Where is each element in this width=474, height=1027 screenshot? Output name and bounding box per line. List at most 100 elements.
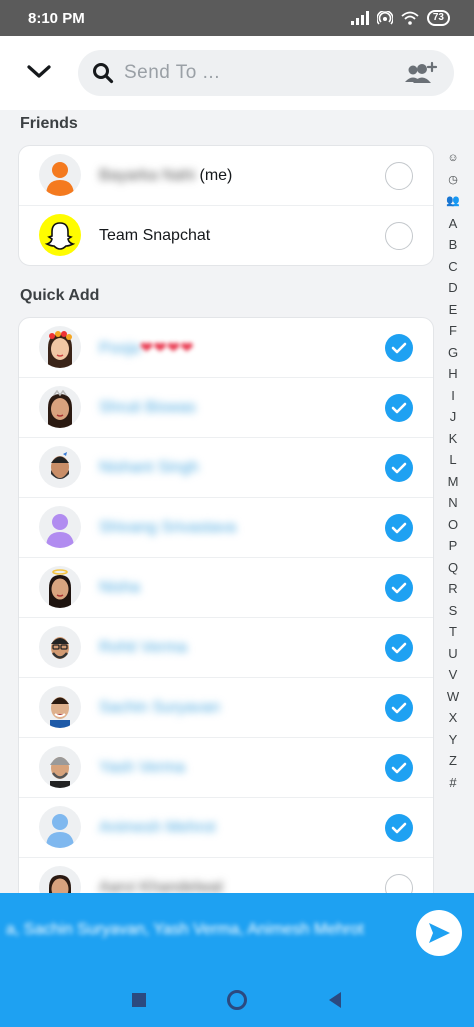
alphabet-index[interactable]: ☺ ◷ 👥 A B C D E F G H I J K L M N O P Q R S T U V W X Y Z # [442,148,464,793]
quick-add-row[interactable]: Pooja❤❤❤❤ [19,318,433,378]
friend-name: Pooja❤❤❤❤ [99,339,194,357]
quick-add-row[interactable]: Animesh Mehrot [19,798,433,858]
friend-name: Sachin Suryavan [99,698,220,716]
friend-name: Animesh Mehrot [99,818,216,836]
selected-checkmark[interactable] [385,573,413,602]
selected-checkmark[interactable] [385,813,413,842]
index-letter[interactable]: P [449,535,458,557]
index-letter[interactable]: K [449,428,458,450]
index-letter[interactable]: Z [449,750,457,772]
select-checkbox[interactable] [385,161,413,190]
avatar [39,154,81,196]
status-icons: 73 [350,10,450,26]
wifi-icon [401,11,419,25]
index-letter[interactable]: W [447,686,459,708]
bitmoji-avatar-icon [48,389,72,428]
index-letter[interactable]: G [448,342,458,364]
friend-name: Yash Verma [99,758,185,776]
bitmoji-avatar-icon [49,569,71,608]
index-letter[interactable]: E [449,299,458,321]
index-letter[interactable]: F [449,320,457,342]
header: Send To ... [0,36,474,110]
quick-add-row[interactable]: Nisha [19,558,433,618]
groups-index-icon[interactable]: 👥 [446,191,460,213]
index-letter[interactable]: V [449,664,458,686]
quick-add-row[interactable]: Yash Verma [19,738,433,798]
friend-row-team-snapchat[interactable]: Team Snapchat [19,206,433,265]
quick-add-row[interactable]: Shivang Srivastava [19,498,433,558]
send-arrow-icon [429,923,450,943]
friend-name: Nishant Singh [99,458,199,476]
avatar [39,566,81,608]
avatar [39,686,81,728]
avatar [39,626,81,668]
friends-list: Bayarka Nahi (me) Team Snapchat [18,145,434,266]
checkmark-icon [391,582,407,593]
battery-indicator: 73 [426,10,450,26]
index-letter[interactable]: # [449,772,456,794]
snapchat-ghost-icon [44,222,76,250]
back-button[interactable] [22,57,56,87]
index-letter[interactable]: Q [448,557,458,579]
send-button[interactable] [416,910,462,956]
index-letter[interactable]: U [448,643,457,665]
index-letter[interactable]: Y [449,729,458,751]
index-letter[interactable]: L [449,449,456,471]
selected-checkmark[interactable] [385,333,413,362]
quick-add-row[interactable]: Shruti Biswas [19,378,433,438]
clock-index-icon[interactable]: ◷ [448,170,458,192]
status-time: 8:10 PM [28,9,85,27]
square-icon [132,993,146,1007]
selected-checkmark[interactable] [385,633,413,662]
selected-recipients: a, Sachin Suryavan, Yash Verma, Animesh … [6,921,364,938]
triangle-back-icon [329,992,341,1008]
avatar [39,446,81,488]
search-icon [93,63,114,84]
add-friend-icon[interactable] [402,60,438,86]
index-letter[interactable]: X [449,707,458,729]
index-letter[interactable]: J [450,406,457,428]
search-input[interactable]: Send To ... [78,50,454,96]
home-button[interactable] [225,988,249,1012]
index-letter[interactable]: C [448,256,457,278]
selected-checkmark[interactable] [385,453,413,482]
person-silhouette-icon [46,814,74,848]
index-letter[interactable]: S [449,600,458,622]
quick-add-row[interactable]: Rohit Verma [19,618,433,678]
index-letter[interactable]: H [448,363,457,385]
system-nav-bar [0,973,474,1027]
friend-name: Shivang Srivastava [99,518,236,536]
quick-add-section-title: Quick Add [20,287,100,304]
emoji-index-icon[interactable]: ☺ [447,148,458,170]
friend-name: Team Snapchat [99,227,211,244]
index-letter[interactable]: M [448,471,459,493]
selected-checkmark[interactable] [385,513,413,542]
friend-row-me[interactable]: Bayarka Nahi (me) [19,146,433,206]
checkmark-icon [391,522,407,533]
quick-add-row[interactable]: Nishant Singh [19,438,433,498]
back-nav-button[interactable] [323,988,347,1012]
friend-name: Nisha [99,578,140,596]
index-letter[interactable]: I [451,385,455,407]
bitmoji-avatar-icon [50,697,70,728]
avatar [39,806,81,848]
avatar [39,506,81,548]
bitmoji-avatar-icon [48,331,72,368]
index-letter[interactable]: A [449,213,458,235]
selected-checkmark[interactable] [385,753,413,782]
index-letter[interactable]: D [448,277,457,299]
recents-button[interactable] [127,988,151,1012]
quick-add-row[interactable]: Sachin Suryavan [19,678,433,738]
index-letter[interactable]: T [449,621,457,643]
avatar [39,746,81,788]
index-letter[interactable]: N [448,492,457,514]
select-checkbox[interactable] [385,222,413,250]
circle-icon [227,990,247,1010]
signal-icon [350,11,369,25]
selected-checkmark[interactable] [385,393,413,422]
friend-name: Rohit Verma [99,638,188,656]
selected-checkmark[interactable] [385,693,413,722]
index-letter[interactable]: O [448,514,458,536]
index-letter[interactable]: B [449,234,458,256]
index-letter[interactable]: R [448,578,457,600]
